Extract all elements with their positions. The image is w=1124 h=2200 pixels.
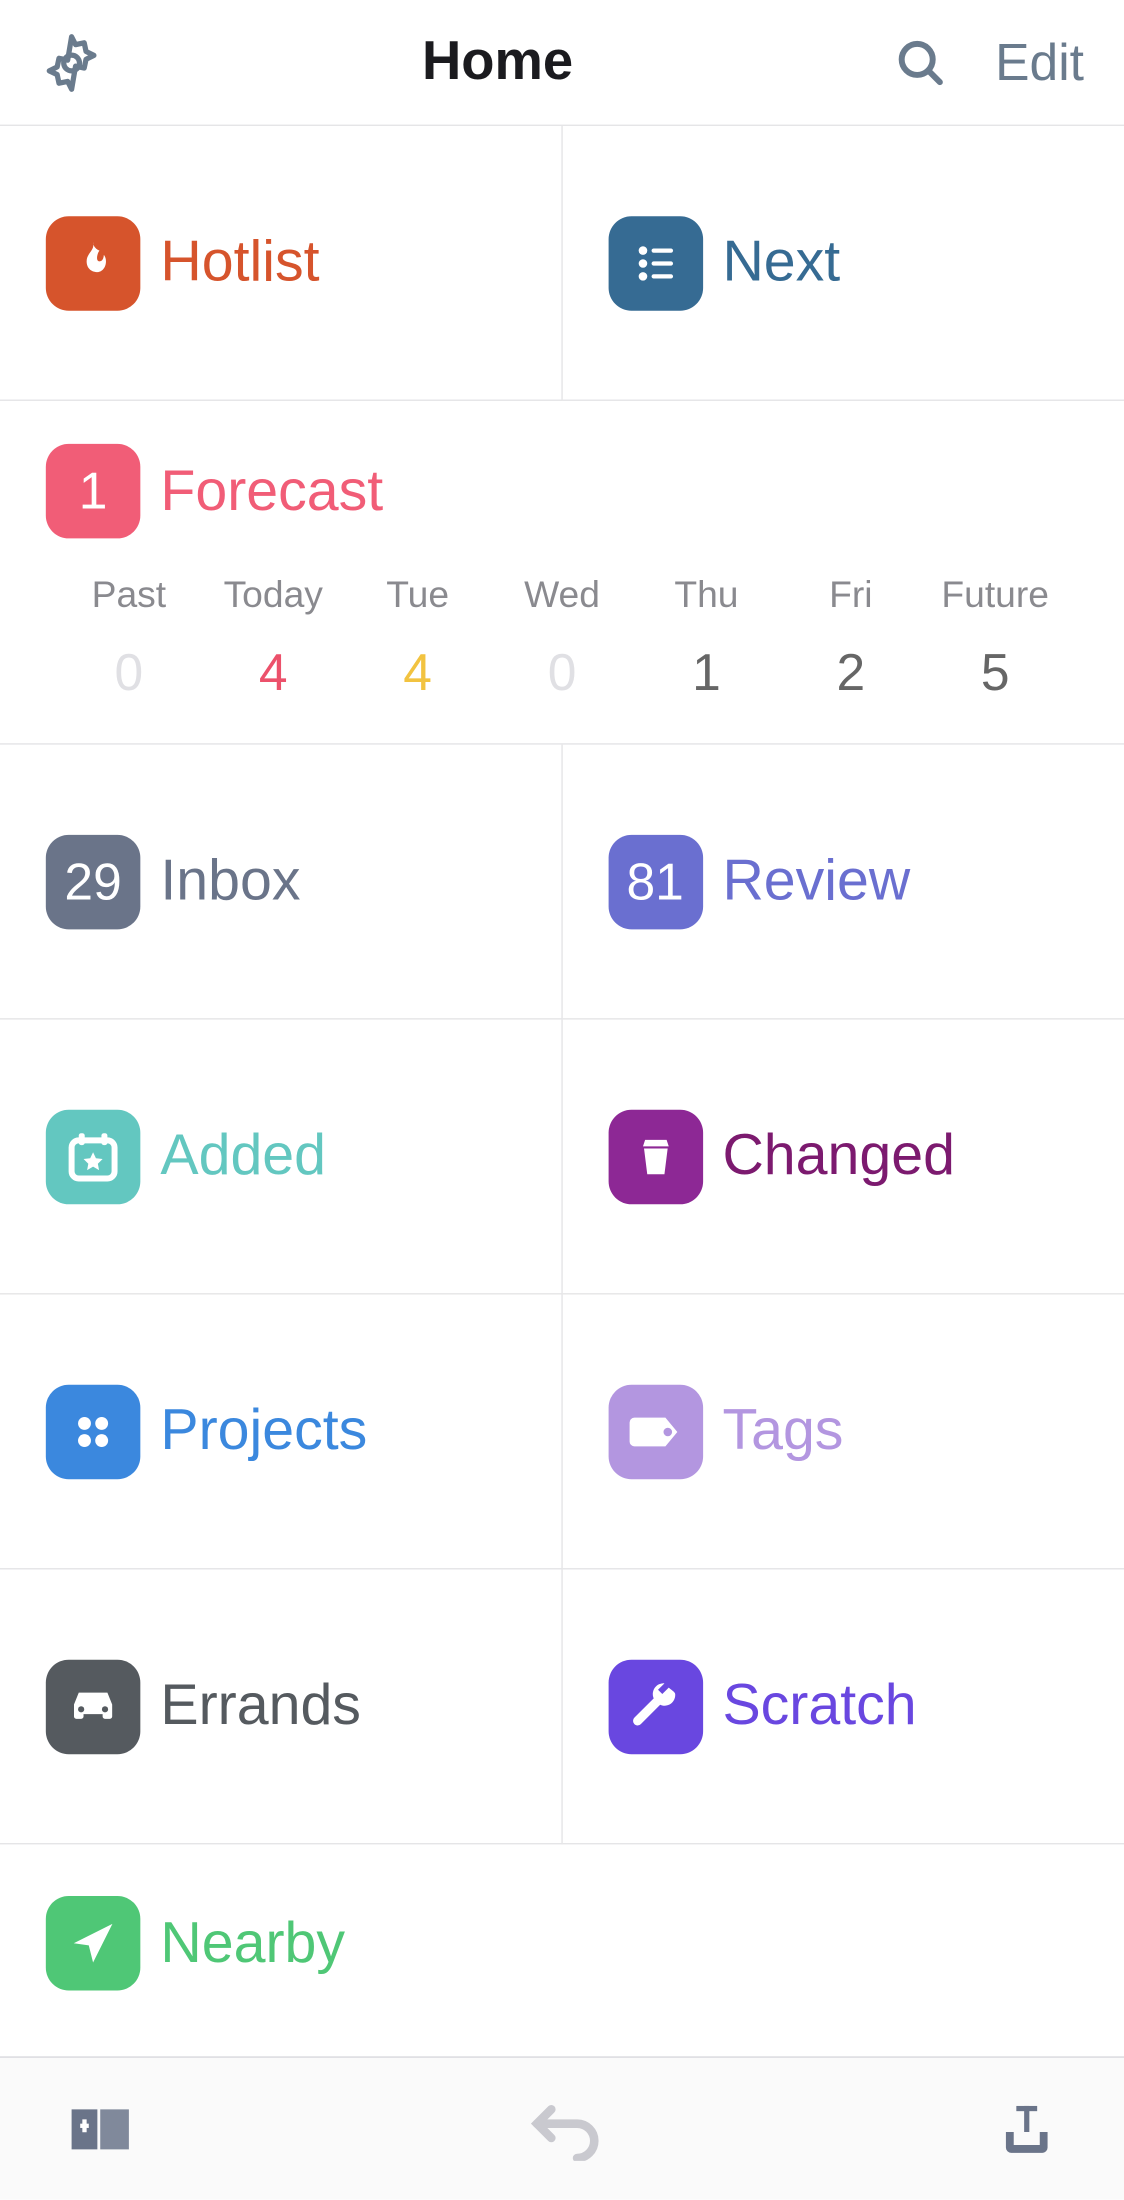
- search-icon[interactable]: [892, 34, 949, 91]
- tile-added[interactable]: Added: [0, 1020, 562, 1295]
- location-arrow-icon: [46, 1896, 141, 1991]
- edit-button[interactable]: Edit: [995, 32, 1084, 92]
- tile-label: Tags: [722, 1399, 843, 1463]
- cup-icon: [608, 1109, 703, 1204]
- inbox-badge: 29: [46, 834, 141, 929]
- tile-label: Nearby: [160, 1911, 345, 1975]
- tile-scratch[interactable]: Scratch: [562, 1569, 1124, 1844]
- tag-icon: [608, 1384, 703, 1479]
- add-panel-icon[interactable]: [66, 2100, 135, 2157]
- tile-label: Projects: [160, 1399, 367, 1463]
- car-icon: [46, 1659, 141, 1754]
- forecast-day-wed[interactable]: Wed 0: [505, 573, 620, 703]
- forecast-day-thu[interactable]: Thu 1: [649, 573, 764, 703]
- wrench-icon: [608, 1659, 703, 1754]
- undo-icon[interactable]: [525, 2097, 605, 2160]
- list-icon: [608, 216, 703, 311]
- tile-nearby[interactable]: Nearby: [0, 1844, 1124, 2042]
- page-title: Home: [422, 32, 573, 94]
- tile-label: Next: [722, 231, 840, 295]
- tile-inbox[interactable]: 29 Inbox: [0, 745, 562, 1020]
- calendar-star-icon: [46, 1109, 141, 1204]
- forecast-day-today[interactable]: Today 4: [216, 573, 331, 703]
- forecast-day-past[interactable]: Past 0: [72, 573, 187, 703]
- gear-icon[interactable]: [40, 31, 103, 94]
- tile-review[interactable]: 81 Review: [562, 745, 1124, 1020]
- forecast-day-fri[interactable]: Fri 2: [794, 573, 909, 703]
- forecast-badge: 1: [46, 444, 141, 539]
- forecast-row: Past 0 Today 4 Tue 4 Wed 0 Thu 1 Fri 2: [46, 573, 1078, 703]
- tile-changed[interactable]: Changed: [562, 1020, 1124, 1295]
- tile-projects[interactable]: Projects: [0, 1295, 562, 1570]
- tile-label: Inbox: [160, 849, 300, 913]
- forecast-day-tue[interactable]: Tue 4: [360, 573, 475, 703]
- tile-label: Added: [160, 1124, 326, 1188]
- tile-label: Scratch: [722, 1674, 916, 1738]
- header: Home Edit: [0, 0, 1124, 126]
- tile-label: Errands: [160, 1674, 361, 1738]
- forecast-day-future[interactable]: Future 5: [938, 573, 1053, 703]
- flame-icon: [46, 216, 141, 311]
- dots-icon: [46, 1384, 141, 1479]
- tile-label: Hotlist: [160, 231, 319, 295]
- tile-label: Review: [722, 849, 910, 913]
- tile-label: Forecast: [160, 459, 383, 523]
- tile-forecast[interactable]: 1 Forecast Past 0 Today 4 Tue 4 Wed 0 Th…: [0, 401, 1124, 745]
- export-icon[interactable]: [995, 2100, 1058, 2157]
- tile-next[interactable]: Next: [562, 126, 1124, 401]
- tile-hotlist[interactable]: Hotlist: [0, 126, 562, 401]
- tile-label: Changed: [722, 1124, 955, 1188]
- review-badge: 81: [608, 834, 703, 929]
- tile-tags[interactable]: Tags: [562, 1295, 1124, 1570]
- bottom-toolbar: [0, 2056, 1124, 2199]
- tile-errands[interactable]: Errands: [0, 1569, 562, 1844]
